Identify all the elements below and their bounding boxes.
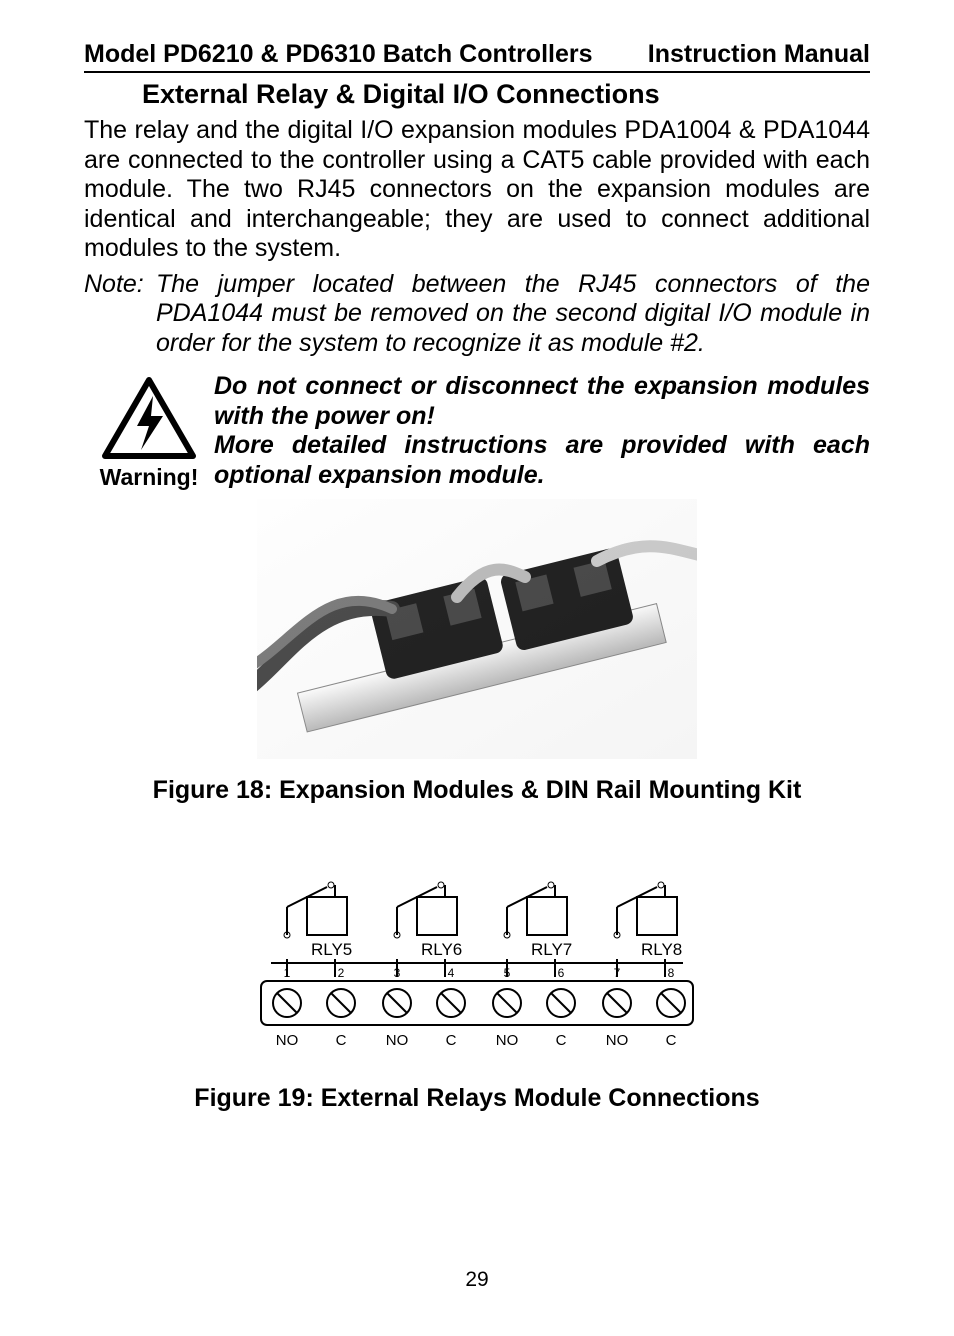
figure18-caption: Figure 18: Expansion Modules & DIN Rail … xyxy=(84,776,870,805)
terminal-label: NO xyxy=(606,1032,629,1049)
figure19-diagram: RLY5 RLY6 xyxy=(247,877,707,1067)
warning-line2: More detailed instructions are provided … xyxy=(214,431,870,489)
terminal-num: 8 xyxy=(668,966,675,980)
page-number: 29 xyxy=(0,1268,954,1292)
figure19-caption: Figure 19: External Relays Module Connec… xyxy=(84,1084,870,1113)
warning-text: Do not connect or disconnect the expansi… xyxy=(214,372,870,490)
note-label: Note: xyxy=(84,270,156,300)
terminal-num: 2 xyxy=(338,966,345,980)
header-left: Model PD6210 & PD6310 Batch Controllers xyxy=(84,40,593,69)
relay-label: RLY8 xyxy=(641,940,682,959)
note-text: The jumper located between the RJ45 conn… xyxy=(156,270,870,359)
terminal-label: NO xyxy=(496,1032,519,1049)
terminal-num: 6 xyxy=(558,966,565,980)
terminal-label: C xyxy=(666,1032,677,1049)
body-paragraph: The relay and the digital I/O expansion … xyxy=(84,116,870,264)
relay-label: RLY5 xyxy=(311,940,352,959)
relay-label: RLY6 xyxy=(421,940,462,959)
terminal-label: C xyxy=(446,1032,457,1049)
terminal-num: 5 xyxy=(504,966,511,980)
terminal-num: 4 xyxy=(448,966,455,980)
terminal-num: 1 xyxy=(284,966,291,980)
terminal-label: NO xyxy=(276,1032,299,1049)
terminal-label: C xyxy=(336,1032,347,1049)
relay-label: RLY7 xyxy=(531,940,572,959)
figure18-image xyxy=(257,499,697,759)
warning-icon xyxy=(101,376,197,462)
terminal-label: C xyxy=(556,1032,567,1049)
warning-label: Warning! xyxy=(100,464,199,491)
terminal-num: 7 xyxy=(614,966,621,980)
header-rule xyxy=(84,71,870,73)
section-title: External Relay & Digital I/O Connections xyxy=(84,79,870,110)
warning-line1: Do not connect or disconnect the expansi… xyxy=(214,372,870,430)
terminal-num: 3 xyxy=(394,966,401,980)
terminal-label: NO xyxy=(386,1032,409,1049)
header-right: Instruction Manual xyxy=(648,40,870,69)
